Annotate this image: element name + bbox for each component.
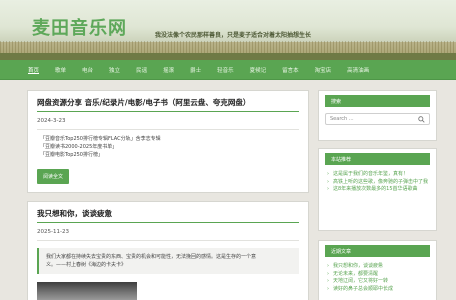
nav-item-home[interactable]: 首页: [20, 60, 47, 80]
post-excerpt: 「豆瓣音乐Top250排行榜专辑FLAC分轨」含李志专辑 「豆瓣读书2000-2…: [37, 135, 299, 159]
nav-item-guestbook[interactable]: 留言本: [274, 60, 307, 80]
site-title[interactable]: 麦田音乐网: [32, 14, 127, 40]
main-nav: 首页 歌单 电台 独立 民谣 摇滚 爵士 轻音乐 夏候记 留言本 淘宝店 高清油…: [0, 60, 456, 80]
nav-item-rock[interactable]: 摇滚: [155, 60, 182, 80]
read-more-button[interactable]: 阅读全文: [37, 169, 70, 184]
nav-item-playlists[interactable]: 歌单: [47, 60, 74, 80]
recommended-widget: 本站推荐 › 这是属于我们的音乐年鉴，真有！ › 高铁上听的这些歌，像奔驰的子弹击中…: [318, 148, 437, 231]
nav-item-diary[interactable]: 夏候记: [242, 60, 275, 80]
quote-line: 义。——村上春树《海边的卡夫卡》: [46, 262, 127, 268]
post-quote: 我们大家都在持续失去宝贵的东西、宝贵的机会和可能性，无法挽回的感情。这是生存的一…: [37, 248, 299, 274]
list-item[interactable]: › 高铁上听的这些歌，像奔驰的子弹击中了我: [327, 179, 430, 187]
list-item-label[interactable]: 我只想和你，谈谈疲惫: [333, 263, 383, 271]
widget-title: 搜索: [325, 95, 430, 107]
nav-item-jazz[interactable]: 爵士: [182, 60, 209, 80]
list-item[interactable]: › 这是属于我们的音乐年鉴，真有！: [327, 171, 430, 179]
list-item[interactable]: › 天地辽阔，它又将好一转: [327, 278, 430, 286]
list-item-label[interactable]: 这8年来播放次数最多的15首华语歌曲: [333, 186, 418, 194]
post-divider: [37, 240, 299, 241]
list-item[interactable]: › 我只想和你，谈谈疲惫: [327, 263, 430, 271]
post-card: 网盘资源分享 音乐/纪录片/电影/电子书（阿里云盘、夸克网盘） 2024-3-2…: [27, 90, 309, 193]
search-placeholder: Search ...: [330, 116, 354, 122]
list-item-label[interactable]: 读好的鼻子总会顺耶中长成: [333, 286, 393, 294]
post-title[interactable]: 我只想和你，谈谈疲惫: [37, 208, 299, 223]
widget-title: 本站推荐: [325, 153, 430, 165]
post-title[interactable]: 网盘资源分享 音乐/纪录片/电影/电子书（阿里云盘、夸克网盘）: [37, 97, 299, 112]
search-icon[interactable]: [418, 115, 425, 123]
post-date: 2024-3-23: [37, 118, 66, 124]
nav-item-shop[interactable]: 淘宝店: [307, 60, 340, 80]
post-image[interactable]: [37, 282, 137, 300]
search-input[interactable]: Search ...: [325, 113, 430, 125]
post-date: 2025-11-23: [37, 229, 69, 235]
nav-item-radio[interactable]: 电台: [74, 60, 101, 80]
nav-item-folk[interactable]: 民谣: [128, 60, 155, 80]
nav-item-indie[interactable]: 独立: [101, 60, 128, 80]
post-card: 我只想和你，谈谈疲惫 2025-11-23 我们大家都在持续失去宝贵的东西、宝贵…: [27, 201, 309, 300]
nav-item-paintings[interactable]: 高清油画: [339, 60, 377, 80]
post-divider: [37, 129, 299, 130]
recommended-list: › 这是属于我们的音乐年鉴，真有！ › 高铁上听的这些歌，像奔驰的子弹击中了我 › 这…: [319, 165, 436, 194]
recent-posts-widget: 近期文章 › 我只想和你，谈谈疲惫 › 无论未来，都要清醒 › 天地辽阔，它又将好一转…: [318, 240, 437, 300]
excerpt-line: 「豆瓣电影Top250排行榜」: [40, 152, 103, 158]
nav-item-light-music[interactable]: 轻音乐: [209, 60, 242, 80]
recent-list: › 我只想和你，谈谈疲惫 › 无论未来，都要清醒 › 天地辽阔，它又将好一转 › 读好的…: [319, 257, 436, 293]
list-item[interactable]: › 无论未来，都要清醒: [327, 271, 430, 279]
list-item[interactable]: › 这8年来播放次数最多的15首华语歌曲: [327, 186, 430, 194]
list-item-label[interactable]: 天地辽阔，它又将好一转: [333, 278, 388, 286]
list-item-label[interactable]: 无论未来，都要清醒: [333, 271, 378, 279]
quote-line: 我们大家都在持续失去宝贵的东西、宝贵的机会和可能性，无法挽回的感情。这是生存的一…: [46, 254, 257, 260]
excerpt-line: 「豆瓣音乐Top250排行榜专辑FLAC分轨」含李志专辑: [40, 136, 161, 142]
excerpt-line: 「豆瓣读书2000-2025年度书单」: [40, 144, 118, 150]
site-header: 麦田音乐网 我没法像个农民那样善良，只是麦子适合对着太阳抽想生长: [0, 0, 456, 60]
list-item-label[interactable]: 这是属于我们的音乐年鉴，真有！: [333, 171, 408, 179]
widget-title: 近期文章: [325, 245, 430, 257]
search-widget: 搜索 Search ...: [318, 90, 437, 141]
list-item-label[interactable]: 高铁上听的这些歌，像奔驰的子弹击中了我: [333, 179, 428, 187]
list-item[interactable]: › 读好的鼻子总会顺耶中长成: [327, 286, 430, 294]
site-slogan: 我没法像个农民那样善良，只是麦子适合对着太阳抽想生长: [155, 32, 312, 39]
